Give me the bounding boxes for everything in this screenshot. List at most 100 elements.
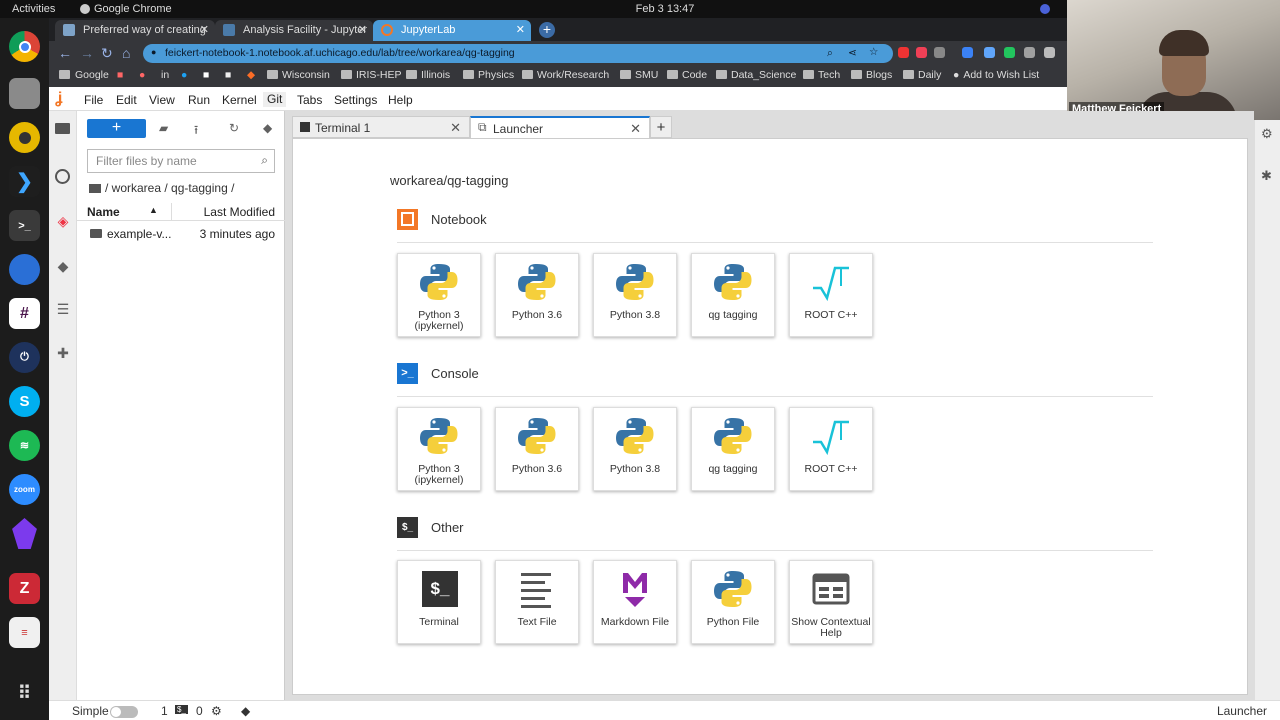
extension-icon[interactable]: [962, 47, 973, 58]
extension-icon[interactable]: [984, 47, 995, 58]
git-clone-icon[interactable]: ◆: [263, 121, 272, 135]
git-icon[interactable]: ◈: [55, 213, 71, 229]
tab-launcher[interactable]: ⧉ Launcher ✕: [470, 116, 650, 138]
chrome-launcher-icon[interactable]: [9, 31, 40, 62]
back-arrow-icon[interactable]: ←: [58, 45, 72, 61]
skype-launcher-icon[interactable]: S: [9, 386, 40, 417]
bookmark-icon[interactable]: ●: [181, 69, 187, 81]
mattermost-launcher-icon[interactable]: ⏻: [9, 342, 40, 373]
terminals-count[interactable]: 1: [161, 704, 168, 718]
debugger-icon[interactable]: ✱: [1261, 168, 1272, 184]
terminal-status-icon[interactable]: $_: [175, 705, 188, 714]
bookmark-folder[interactable]: Illinois: [406, 69, 450, 81]
adblock-extension-icon[interactable]: [898, 47, 909, 58]
forward-arrow-icon[interactable]: →: [80, 45, 94, 61]
new-launcher-tab-button[interactable]: +: [650, 116, 672, 138]
notebook-card-python3[interactable]: Python 3 (ipykernel): [397, 253, 481, 337]
extension-icon[interactable]: [1024, 47, 1035, 58]
file-row[interactable]: example-v... 3 minutes ago: [77, 225, 285, 243]
browser-tab-3[interactable]: JupyterLab ✕: [373, 20, 531, 41]
bookmark-folder[interactable]: IRIS-HEP: [341, 69, 402, 81]
files-launcher-icon[interactable]: [9, 78, 40, 109]
folder-icon[interactable]: [55, 123, 70, 134]
console-card-python38[interactable]: Python 3.8: [593, 407, 677, 491]
menu-git[interactable]: Git: [263, 92, 287, 107]
menu-view[interactable]: View: [149, 93, 175, 107]
upload-icon[interactable]: ⭱: [194, 121, 198, 142]
extension-icon[interactable]: [1044, 47, 1055, 58]
close-tab-icon[interactable]: ✕: [200, 23, 209, 36]
menu-file[interactable]: File: [84, 93, 103, 107]
slack-launcher-icon[interactable]: #: [9, 298, 40, 329]
menu-edit[interactable]: Edit: [116, 93, 137, 107]
notebook-card-python38[interactable]: Python 3.8: [593, 253, 677, 337]
table-of-contents-icon[interactable]: ☰: [55, 301, 71, 317]
console-card-python3[interactable]: Python 3 (ipykernel): [397, 407, 481, 491]
url-bar[interactable]: ● feickert-notebook-1.notebook.af.uchicag…: [143, 44, 893, 63]
bookmark-item[interactable]: Google: [75, 69, 109, 81]
bookmark-icon[interactable]: ●: [139, 69, 145, 81]
close-tab-icon[interactable]: ✕: [516, 23, 525, 36]
new-tab-button[interactable]: +: [539, 22, 555, 38]
menu-help[interactable]: Help: [388, 93, 413, 107]
new-folder-icon[interactable]: ▰: [159, 121, 168, 135]
kernel-status-icon[interactable]: ⚙: [211, 704, 222, 718]
bookmark-folder[interactable]: SMU: [620, 69, 658, 81]
browser-tab-1[interactable]: Preferred way of creating ✕: [55, 20, 215, 41]
other-card-contextual-help[interactable]: Show Contextual Help: [789, 560, 873, 644]
other-card-markdown-file[interactable]: Markdown File: [593, 560, 677, 644]
simple-mode-toggle[interactable]: [110, 705, 138, 719]
spotify-launcher-icon[interactable]: ≋: [9, 430, 40, 461]
other-card-text-file[interactable]: Text File: [495, 560, 579, 644]
close-tab-icon[interactable]: ✕: [358, 23, 367, 36]
menu-kernel[interactable]: Kernel: [222, 93, 257, 107]
zoom-launcher-icon[interactable]: zoom: [9, 474, 40, 505]
extension-manager-icon[interactable]: ✚: [55, 345, 71, 361]
property-inspector-icon[interactable]: ⚙: [1261, 126, 1273, 142]
notebook-card-python36[interactable]: Python 3.6: [495, 253, 579, 337]
other-card-python-file[interactable]: Python File: [691, 560, 775, 644]
rhythmbox-launcher-icon[interactable]: [9, 122, 40, 153]
home-icon[interactable]: ⌂: [122, 45, 130, 61]
console-card-root-cpp[interactable]: ROOT C++: [789, 407, 873, 491]
bookmark-item[interactable]: in: [161, 69, 169, 81]
browser-tab-2[interactable]: Analysis Facility - Jupyter ✕: [215, 20, 373, 41]
menu-tabs[interactable]: Tabs: [297, 93, 322, 107]
notebook-card-root-cpp[interactable]: ROOT C++: [789, 253, 873, 337]
kernels-count[interactable]: 0: [196, 704, 203, 718]
reload-icon[interactable]: ↻: [101, 45, 113, 62]
bookmark-item[interactable]: ● Add to Wish List: [953, 69, 1039, 81]
notebook-card-qg-tagging[interactable]: qg tagging: [691, 253, 775, 337]
terminal-launcher-icon[interactable]: >_: [9, 210, 40, 241]
zotero-launcher-icon[interactable]: Z: [9, 573, 40, 604]
close-tab-icon[interactable]: ✕: [450, 120, 461, 136]
bookmark-folder[interactable]: Data_Science: [716, 69, 796, 81]
bookmark-folder[interactable]: Physics: [463, 69, 514, 81]
bookmark-folder[interactable]: Work/Research: [522, 69, 609, 81]
refresh-icon[interactable]: ↻: [229, 121, 239, 135]
home-folder-icon[interactable]: [89, 184, 101, 193]
obsidian-launcher-icon[interactable]: [12, 518, 37, 549]
close-tab-icon[interactable]: ✕: [630, 121, 641, 137]
bookmark-icon[interactable]: ◆: [247, 69, 255, 81]
app-grid-icon[interactable]: ⠿: [9, 678, 40, 709]
bookmark-folder[interactable]: Blogs: [851, 69, 892, 81]
running-sessions-icon[interactable]: [55, 169, 70, 184]
name-column-header[interactable]: Name: [87, 205, 120, 219]
modified-column-header[interactable]: Last Modified: [204, 205, 275, 219]
breadcrumb[interactable]: / workarea / qg-tagging /: [89, 181, 234, 195]
bookmark-folder[interactable]: Daily: [903, 69, 941, 81]
git-diamond-icon[interactable]: ◆: [55, 258, 71, 274]
new-launcher-button[interactable]: +: [87, 119, 146, 138]
menu-settings[interactable]: Settings: [334, 93, 377, 107]
extension-icon[interactable]: [934, 47, 945, 58]
menu-run[interactable]: Run: [188, 93, 210, 107]
extension-icon[interactable]: [1004, 47, 1015, 58]
tray-icon[interactable]: [1040, 4, 1050, 14]
bookmark-folder[interactable]: Wisconsin: [267, 69, 330, 81]
text-editor-launcher-icon[interactable]: ≡: [9, 617, 40, 648]
share-icon[interactable]: ⋖: [848, 47, 857, 59]
bookmark-folder[interactable]: Code: [667, 69, 707, 81]
filter-files-input[interactable]: Filter files by name ⌕: [87, 149, 275, 173]
vscode-launcher-icon[interactable]: ❯: [9, 166, 40, 197]
